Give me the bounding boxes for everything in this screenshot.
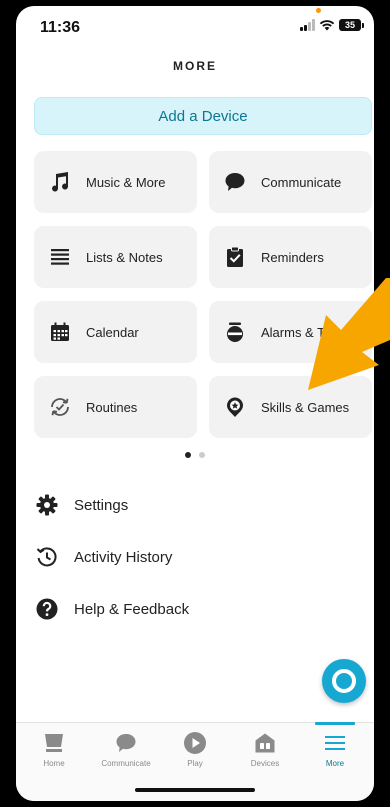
skills-badge-icon: [223, 395, 247, 419]
status-time: 11:36: [40, 19, 81, 36]
status-bar: 11:36 35: [16, 6, 374, 52]
tab-more[interactable]: More: [299, 722, 371, 768]
tile-lists-and-notes[interactable]: Lists & Notes: [34, 226, 197, 288]
help-icon: [34, 596, 60, 622]
page-dot-active[interactable]: [185, 452, 191, 458]
hamburger-menu-icon: [324, 729, 346, 757]
tile-alarms-and-timers[interactable]: Alarms & Tim: [209, 301, 372, 363]
battery-level: 35: [339, 19, 361, 31]
mic-indicator-dot: [316, 8, 321, 13]
tab-label: Devices: [250, 759, 280, 768]
tab-label: Communicate: [101, 759, 151, 768]
tile-label: Alarms & Tim: [261, 324, 339, 340]
page-dot[interactable]: [199, 452, 205, 458]
tile-label: Communicate: [261, 174, 342, 190]
tab-play[interactable]: Play: [159, 729, 231, 768]
tile-reminders[interactable]: Reminders: [209, 226, 372, 288]
tile-label: Routines: [86, 399, 138, 415]
speech-bubble-icon: [223, 170, 247, 194]
settings-label: Settings: [74, 496, 129, 514]
tile-label: Reminders: [261, 249, 324, 265]
list-icon: [48, 245, 72, 269]
activity-history-menu-item[interactable]: Activity History: [34, 544, 172, 570]
signal-icon: [300, 19, 315, 31]
tile-skills-and-games[interactable]: Skills & Games: [209, 376, 372, 438]
phone-screen: 11:36 35 MORE Add a Device Music & More: [16, 6, 374, 801]
alarm-clock-icon: [223, 320, 247, 344]
devices-house-icon: [254, 729, 276, 757]
tab-label: More: [325, 759, 345, 768]
tile-routines[interactable]: Routines: [34, 376, 197, 438]
tile-label: Skills & Games: [261, 399, 350, 415]
play-icon: [183, 729, 207, 757]
routines-icon: [48, 395, 72, 419]
battery-icon: 35: [339, 19, 364, 31]
tab-label: Play: [187, 759, 203, 768]
help-feedback-label: Help & Feedback: [74, 600, 190, 618]
calendar-icon: [48, 320, 72, 344]
add-device-button[interactable]: Add a Device: [34, 97, 372, 135]
status-icons: 35: [300, 19, 364, 31]
alexa-voice-button[interactable]: [322, 659, 366, 703]
gear-icon: [34, 492, 60, 518]
page-indicator: [16, 452, 374, 458]
alexa-ring-icon: [332, 669, 356, 693]
tile-label: Music & More: [86, 174, 166, 190]
tile-label: Calendar: [86, 324, 139, 340]
home-indicator: [135, 788, 255, 792]
wifi-icon: [319, 20, 335, 31]
page-title: MORE: [173, 59, 217, 73]
activity-history-label: Activity History: [74, 548, 173, 566]
tile-communicate[interactable]: Communicate: [209, 151, 372, 213]
chat-bubble-icon: [115, 729, 137, 757]
tile-music-and-more[interactable]: Music & More: [34, 151, 197, 213]
history-clock-icon: [34, 544, 60, 570]
music-note-icon: [48, 170, 72, 194]
tab-label: Home: [43, 759, 65, 768]
help-feedback-menu-item[interactable]: Help & Feedback: [34, 596, 189, 622]
clipboard-check-icon: [223, 245, 247, 269]
settings-menu-item[interactable]: Settings: [34, 492, 128, 518]
tile-label: Lists & Notes: [86, 249, 163, 265]
tab-home[interactable]: Home: [18, 729, 90, 768]
tile-calendar[interactable]: Calendar: [34, 301, 197, 363]
tab-communicate[interactable]: Communicate: [90, 729, 162, 768]
tab-devices[interactable]: Devices: [229, 729, 301, 768]
home-device-icon: [43, 729, 65, 757]
